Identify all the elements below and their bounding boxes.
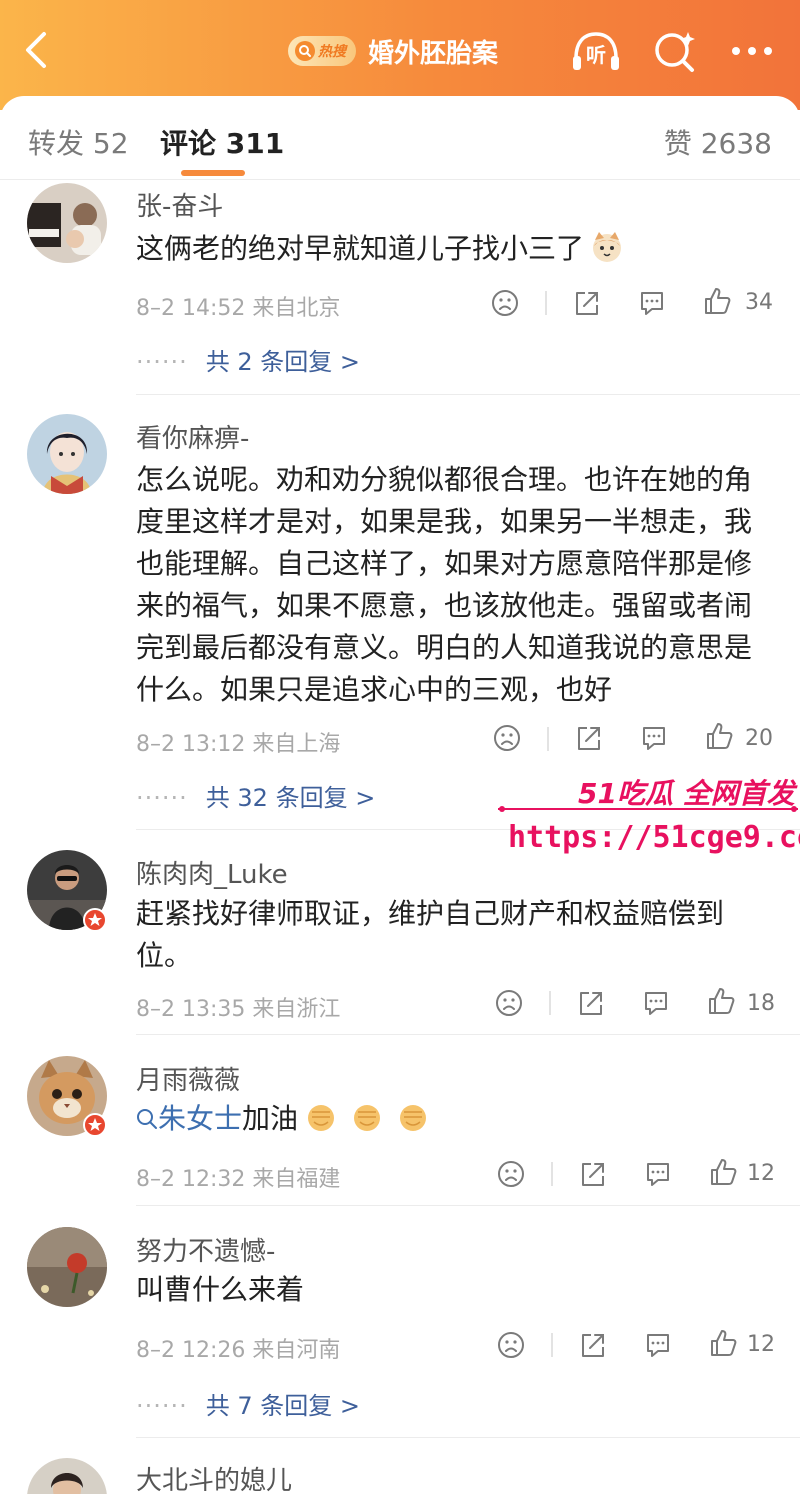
watermark-url: https://51cge9.com: [508, 820, 800, 855]
watermark: 51吃瓜 全网首发 https://51cge9.com: [498, 764, 800, 864]
avatar[interactable]: [27, 1458, 107, 1494]
avatar-woman-image: [27, 1458, 107, 1494]
comment-item: 大北斗的媳儿: [0, 0, 800, 1494]
watermark-line-decoration: [498, 806, 798, 812]
comment-username[interactable]: 大北斗的媳儿: [136, 1460, 292, 1494]
